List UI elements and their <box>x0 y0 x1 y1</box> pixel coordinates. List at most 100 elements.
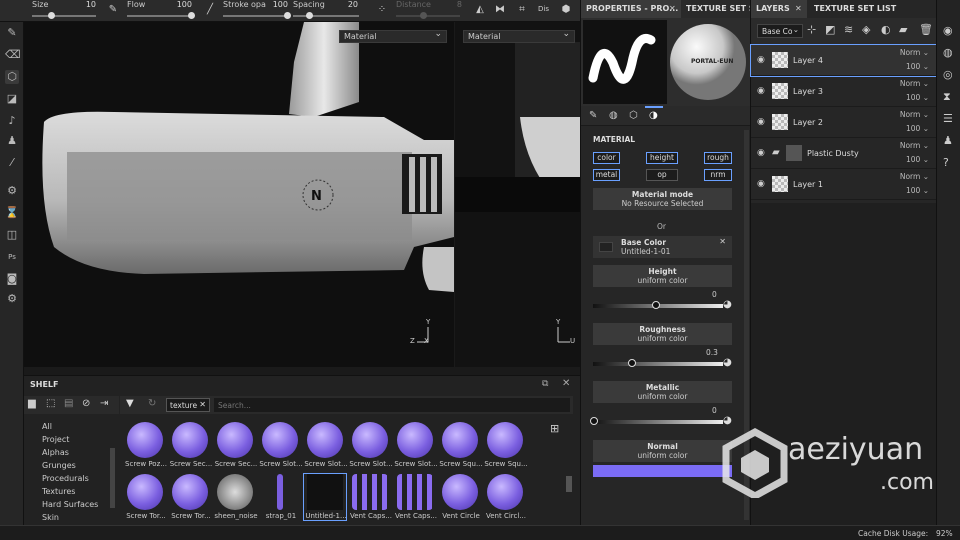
3d-viewport[interactable]: N Material Y Z X <box>24 22 454 367</box>
right-viewport-material-select[interactable]: Material <box>463 29 575 43</box>
height-slider[interactable] <box>593 301 723 309</box>
measure-icon[interactable]: ◫ <box>5 228 19 242</box>
category-grunges[interactable]: Grunges <box>42 461 76 470</box>
paint-layer-icon[interactable]: ◐ <box>881 23 891 36</box>
visibility-eye-icon[interactable]: ◉ <box>757 117 765 127</box>
add-layer-stack-icon[interactable]: ≋ <box>844 23 853 36</box>
layer-opacity[interactable]: 100 ⌄ <box>906 124 929 133</box>
camera-icon[interactable]: ⌗ <box>516 4 528 16</box>
layer-opacity[interactable]: 100 ⌄ <box>906 93 929 102</box>
alpha-tab-icon[interactable]: ◍ <box>609 110 618 121</box>
projection-icon[interactable]: ⬡ <box>5 70 19 84</box>
layer-row[interactable]: ◉ ▰ Plastic Dusty Norm ⌄ 100 ⌄ <box>751 138 937 169</box>
channel-rough[interactable]: rough <box>704 152 732 164</box>
filter-icon[interactable]: ▼ <box>126 398 134 409</box>
shelf-item[interactable]: sheen_noise <box>214 474 258 520</box>
delete-layer-icon[interactable]: 🗑 <box>919 23 933 36</box>
left-viewport-material-select[interactable]: Material <box>339 29 447 43</box>
layer-name[interactable]: Layer 3 <box>793 87 823 96</box>
shelf-item[interactable]: Screw Slot... <box>259 422 303 468</box>
dock-user-icon[interactable]: ♟ <box>943 134 953 147</box>
category-scrollbar[interactable] <box>110 448 115 508</box>
size-slider[interactable] <box>32 15 96 17</box>
brush-tab-icon[interactable]: ✎ <box>589 110 597 121</box>
spacing-slider[interactable] <box>293 15 359 17</box>
stroke-opacity-slider[interactable] <box>223 15 289 17</box>
tab-layers-close-icon[interactable]: ✕ <box>795 4 802 13</box>
layer-name[interactable]: Layer 1 <box>793 180 823 189</box>
dock-camera-icon[interactable]: ◎ <box>943 68 953 81</box>
category-alphas[interactable]: Alphas <box>42 448 69 457</box>
layer-row[interactable]: ◉ Layer 3 Norm ⌄ 100 ⌄ <box>751 76 937 107</box>
dock-display-icon[interactable]: ◉ <box>943 24 953 37</box>
stencil-tab-icon[interactable]: ⬡ <box>629 110 638 121</box>
mirror-icon[interactable]: ⧓ <box>494 4 506 16</box>
shelf-item[interactable]: Screw Slot... <box>394 422 438 468</box>
shelf-item[interactable]: Screw Tor... <box>169 474 211 520</box>
fill-layer-icon[interactable]: ◈ <box>862 23 870 36</box>
channel-height[interactable]: height <box>646 152 678 164</box>
shelf-item[interactable]: Untitled-1... <box>303 473 347 521</box>
layer-row[interactable]: ◉ Layer 2 Norm ⌄ 100 ⌄ <box>751 107 937 138</box>
height-picker-icon[interactable]: ◕ <box>723 299 732 310</box>
layer-blend-mode[interactable]: Norm ⌄ <box>900 79 929 88</box>
category-skin[interactable]: Skin <box>42 513 59 522</box>
refresh-icon[interactable]: ↻ <box>148 398 156 409</box>
add-effect-icon[interactable]: ⊹ <box>807 23 816 36</box>
shelf-item[interactable]: Vent Circl... <box>484 474 526 520</box>
new-resource-icon[interactable]: ⬚ <box>46 398 55 409</box>
flow-slider-knob[interactable] <box>188 12 195 19</box>
cube-icon[interactable]: ⬢ <box>560 4 572 16</box>
material-tab-icon[interactable]: ◑ <box>649 110 658 121</box>
height-block[interactable]: Height uniform color <box>593 265 732 287</box>
shelf-scrollbar[interactable] <box>566 476 572 492</box>
layer-name[interactable]: Layer 2 <box>793 118 823 127</box>
metallic-slider[interactable] <box>590 417 723 425</box>
add-folder-icon[interactable]: ▰ <box>899 23 907 36</box>
paint-brush-icon[interactable]: ✎ <box>5 26 19 40</box>
shelf-item[interactable]: Screw Tor... <box>124 474 166 520</box>
channel-select[interactable]: Base Co ⌄ <box>757 24 803 38</box>
dock-shader-icon[interactable]: ◍ <box>943 46 953 59</box>
tab-texture-set-list[interactable]: TEXTURE SET LIST <box>809 0 937 18</box>
shelf-close-icon[interactable]: ✕ <box>562 378 570 389</box>
spacing-slider-knob[interactable] <box>306 12 313 19</box>
category-all[interactable]: All <box>42 422 52 431</box>
size-slider-knob[interactable] <box>48 12 55 19</box>
shelf-item[interactable]: Screw Squ... <box>439 422 483 468</box>
bake-icon[interactable]: ⚙ <box>5 184 19 198</box>
symmetry-icon[interactable]: ◭ <box>474 4 486 16</box>
shelf-item[interactable]: Vent Circle <box>439 474 481 520</box>
ruler-icon[interactable]: ⌛ <box>5 206 19 220</box>
category-procedurals[interactable]: Procedurals <box>42 474 89 483</box>
category-textures[interactable]: Textures <box>42 487 75 496</box>
shelf-item[interactable]: Screw Squ... <box>484 422 528 468</box>
roughness-picker-icon[interactable]: ◕ <box>723 357 732 368</box>
polygon-fill-icon[interactable]: ◪ <box>5 92 19 106</box>
metallic-slider-knob[interactable] <box>590 417 598 425</box>
lazy-mouse-icon[interactable]: ⁘ <box>376 4 388 16</box>
screenshot-icon[interactable]: ◙ <box>5 272 19 286</box>
layer-blend-mode[interactable]: Norm ⌄ <box>900 141 929 150</box>
shelf-item[interactable]: Vent Caps... <box>349 474 392 520</box>
height-value[interactable]: 0 <box>712 290 717 299</box>
shelf-item[interactable]: Screw Poz... <box>124 422 167 468</box>
stroke-opacity-knob[interactable] <box>284 12 291 19</box>
color-picker-icon[interactable]: ⁄ <box>5 156 19 170</box>
eraser-icon[interactable]: ⌫ <box>5 48 21 62</box>
folder-icon[interactable]: ▆ <box>28 398 36 409</box>
layer-opacity[interactable]: 100 ⌄ <box>906 155 929 164</box>
material-mode-block[interactable]: Material mode No Resource Selected <box>593 188 732 210</box>
metallic-block[interactable]: Metallic uniform color <box>593 381 732 403</box>
roughness-slider-knob[interactable] <box>628 359 636 367</box>
hide-icon[interactable]: ⊘ <box>82 398 90 409</box>
base-color-block[interactable]: Base Color Untitled-1-01 ✕ <box>593 236 732 258</box>
visibility-eye-icon[interactable]: ◉ <box>757 148 765 158</box>
layer-row[interactable]: ◉ Layer 4 Norm ⌄ 100 ⌄ <box>750 44 938 77</box>
visibility-eye-icon[interactable]: ◉ <box>757 86 765 96</box>
tab-texture-set-settings[interactable]: TEXTURE SET S... <box>681 0 751 18</box>
filter-tag-remove-icon[interactable]: ✕ <box>199 400 206 409</box>
display-mode-label[interactable]: Dis <box>538 5 549 13</box>
layer-opacity[interactable]: 100 ⌄ <box>906 186 929 195</box>
save-icon[interactable]: ▤ <box>64 398 73 409</box>
